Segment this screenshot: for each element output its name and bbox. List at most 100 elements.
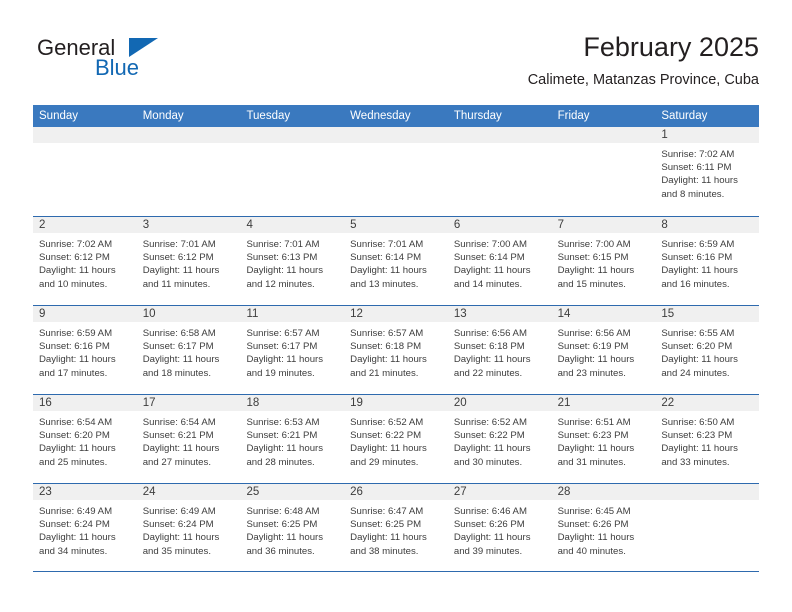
- day-sun-info: Sunrise: 6:53 AM Sunset: 6:21 PM Daylight:…: [240, 412, 344, 469]
- daylight-duration: Daylight: 11 hours and 19 minutes.: [246, 354, 324, 379]
- calendar-day-cell[interactable]: 14 Sunrise: 6:56 AM Sunset: 6:19 PM Dayligh…: [551, 306, 656, 394]
- day-number: 19: [350, 397, 363, 409]
- day-number-band: [33, 127, 137, 144]
- calendar-day-cell[interactable]: 6 Sunrise: 7:00 AM Sunset: 6:14 PM Daylight…: [447, 217, 552, 305]
- daylight-duration: Daylight: 11 hours and 31 minutes.: [557, 443, 635, 468]
- weekday-header-wednesday: Wednesday: [350, 110, 411, 122]
- calendar-day-cell[interactable]: 5 Sunrise: 7:01 AM Sunset: 6:14 PM Daylight…: [344, 217, 448, 305]
- daylight-duration: Daylight: 11 hours and 38 minutes.: [350, 532, 427, 557]
- calendar-day-cell[interactable]: 8 Sunrise: 6:59 AM Sunset: 6:16 PM Daylight…: [655, 217, 760, 305]
- day-number-band: 18: [240, 395, 345, 412]
- daylight-duration: Daylight: 11 hours and 22 minutes.: [453, 354, 531, 379]
- calendar-day-cell[interactable]: 25 Sunrise: 6:48 AM Sunset: 6:25 PM Dayligh…: [240, 484, 345, 571]
- day-sun-info: Sunrise: 7:02 AM Sunset: 6:11 PM Daylight:…: [655, 144, 759, 201]
- day-number-band: 10: [136, 306, 241, 323]
- day-number: 8: [661, 219, 668, 231]
- day-number: 25: [246, 486, 260, 498]
- calendar-day-cell[interactable]: 21 Sunrise: 6:51 AM Sunset: 6:23 PM Dayligh…: [551, 395, 656, 483]
- day-number-band: 24: [136, 484, 241, 501]
- sunrise-time: Sunrise: 6:51 AM: [557, 417, 631, 428]
- day-number-band: 23: [33, 484, 137, 501]
- day-sun-info: Sunrise: 7:01 AM Sunset: 6:14 PM Daylight:…: [344, 234, 448, 291]
- calendar-day-cell[interactable]: 3 Sunrise: 7:01 AM Sunset: 6:12 PM Daylight…: [136, 217, 241, 305]
- day-number: 3: [142, 219, 150, 231]
- calendar-day-cell[interactable]: 15 Sunrise: 6:55 AM Sunset: 6:20 PM Dayligh…: [655, 306, 760, 394]
- sunset-time: Sunset: 6:22 PM: [453, 430, 525, 442]
- day-number-band: [240, 127, 345, 144]
- calendar-page: General Blue February 2025 Calimete, Mat…: [0, 0, 792, 612]
- calendar-day-cell[interactable]: 18 Sunrise: 6:53 AM Sunset: 6:21 PM Dayligh…: [240, 395, 345, 483]
- day-sun-info: Sunrise: 6:56 AM Sunset: 6:19 PM Daylight:…: [552, 323, 656, 380]
- calendar-day-cell[interactable]: 12 Sunrise: 6:57 AM Sunset: 6:18 PM Dayligh…: [344, 306, 448, 394]
- day-sun-info: Sunrise: 6:52 AM Sunset: 6:22 PM Daylight:…: [448, 412, 552, 469]
- calendar-day-cell[interactable]: 27 Sunrise: 6:46 AM Sunset: 6:26 PM Dayligh…: [447, 484, 552, 571]
- daylight-duration: Daylight: 11 hours and 11 minutes.: [142, 265, 220, 290]
- calendar-day-cell[interactable]: 4 Sunrise: 7:01 AM Sunset: 6:13 PM Daylight…: [240, 217, 345, 305]
- sunrise-time: Sunrise: 6:52 AM: [453, 417, 527, 428]
- day-number: 22: [661, 397, 675, 409]
- calendar-day-cell[interactable]: 16 Sunrise: 6:54 AM Sunset: 6:20 PM Dayligh…: [33, 395, 137, 483]
- day-number: 11: [246, 308, 259, 320]
- calendar-day-cell[interactable]: 24 Sunrise: 6:49 AM Sunset: 6:24 PM Dayligh…: [136, 484, 241, 571]
- sunrise-time: Sunrise: 6:49 AM: [39, 506, 113, 517]
- logo-text-blue: Blue: [95, 55, 140, 80]
- calendar-day-cell[interactable]: 7 Sunrise: 7:00 AM Sunset: 6:15 PM Daylight…: [551, 217, 656, 305]
- calendar-week-row: 1 Sunrise: 7:02 AM Sunset: 6:11 PM Daylight…: [33, 127, 760, 216]
- day-sun-info: Sunrise: 6:52 AM Sunset: 6:22 PM Daylight:…: [344, 412, 448, 469]
- day-sun-info: Sunrise: 7:01 AM Sunset: 6:12 PM Daylight:…: [137, 234, 241, 291]
- day-number-band: 15: [655, 306, 760, 323]
- sunset-time: Sunset: 6:24 PM: [142, 519, 214, 531]
- day-sun-info: Sunrise: 7:00 AM Sunset: 6:15 PM Daylight:…: [552, 234, 656, 291]
- day-sun-info: Sunrise: 6:57 AM Sunset: 6:17 PM Daylight:…: [240, 323, 344, 380]
- daylight-duration: Daylight: 11 hours and 18 minutes.: [142, 354, 220, 379]
- daylight-duration: Daylight: 11 hours and 10 minutes.: [39, 265, 116, 290]
- calendar-day-empty: [344, 127, 448, 216]
- calendar-day-cell[interactable]: 1 Sunrise: 7:02 AM Sunset: 6:11 PM Daylight…: [655, 127, 760, 216]
- daylight-duration: Daylight: 11 hours and 35 minutes.: [142, 532, 220, 557]
- sunset-time: Sunset: 6:11 PM: [661, 162, 732, 174]
- day-number-band: [136, 127, 241, 144]
- day-sun-info: Sunrise: 6:45 AM Sunset: 6:26 PM Daylight:…: [552, 501, 656, 558]
- page-title: February 2025: [583, 32, 759, 62]
- calendar-day-cell[interactable]: 17 Sunrise: 6:54 AM Sunset: 6:21 PM Dayligh…: [136, 395, 241, 483]
- daylight-duration: Daylight: 11 hours and 28 minutes.: [246, 443, 324, 468]
- calendar-week-row: 9 Sunrise: 6:59 AM Sunset: 6:16 PM Daylight…: [33, 305, 760, 394]
- sunset-time: Sunset: 6:19 PM: [557, 341, 629, 353]
- general-blue-logo[interactable]: General Blue: [33, 35, 223, 91]
- day-number: 13: [453, 308, 467, 320]
- sunrise-time: Sunrise: 7:01 AM: [246, 239, 320, 250]
- calendar-weeks: 1 Sunrise: 7:02 AM Sunset: 6:11 PM Daylight…: [33, 127, 760, 572]
- day-number-band: 20: [447, 395, 552, 412]
- sunrise-time: Sunrise: 6:45 AM: [557, 506, 631, 517]
- sunrise-time: Sunrise: 6:57 AM: [350, 328, 424, 339]
- daylight-duration: Daylight: 11 hours and 33 minutes.: [661, 443, 738, 468]
- day-number-band: 1: [655, 127, 760, 144]
- calendar-day-cell[interactable]: 26 Sunrise: 6:47 AM Sunset: 6:25 PM Dayligh…: [344, 484, 448, 571]
- day-number-band: 11: [240, 306, 345, 323]
- calendar-day-cell[interactable]: 2 Sunrise: 7:02 AM Sunset: 6:12 PM Daylight…: [33, 217, 137, 305]
- day-number-band: [551, 127, 656, 144]
- day-number-band: 8: [655, 217, 760, 234]
- day-number-band: 19: [344, 395, 448, 412]
- calendar-day-cell[interactable]: 13 Sunrise: 6:56 AM Sunset: 6:18 PM Dayligh…: [447, 306, 552, 394]
- sunrise-time: Sunrise: 7:02 AM: [661, 149, 735, 160]
- calendar-day-cell[interactable]: 23 Sunrise: 6:49 AM Sunset: 6:24 PM Dayligh…: [33, 484, 137, 571]
- calendar-day-cell[interactable]: 28 Sunrise: 6:45 AM Sunset: 6:26 PM Dayligh…: [551, 484, 656, 571]
- day-number: 21: [557, 397, 571, 409]
- calendar-day-cell[interactable]: 10 Sunrise: 6:58 AM Sunset: 6:17 PM Dayligh…: [136, 306, 241, 394]
- day-number-band: 28: [551, 484, 656, 501]
- sunrise-time: Sunrise: 6:55 AM: [661, 328, 735, 339]
- calendar-day-cell[interactable]: 22 Sunrise: 6:50 AM Sunset: 6:23 PM Dayligh…: [655, 395, 760, 483]
- daylight-duration: Daylight: 11 hours and 23 minutes.: [557, 354, 635, 379]
- calendar-day-cell[interactable]: 19 Sunrise: 6:52 AM Sunset: 6:22 PM Dayligh…: [344, 395, 448, 483]
- sunset-time: Sunset: 6:21 PM: [142, 430, 214, 442]
- calendar-day-cell[interactable]: 11 Sunrise: 6:57 AM Sunset: 6:17 PM Dayligh…: [240, 306, 345, 394]
- calendar-day-cell[interactable]: 20 Sunrise: 6:52 AM Sunset: 6:22 PM Dayligh…: [447, 395, 552, 483]
- day-number: 12: [350, 308, 363, 320]
- sunset-time: Sunset: 6:16 PM: [39, 341, 110, 353]
- calendar-day-cell[interactable]: 9 Sunrise: 6:59 AM Sunset: 6:16 PM Daylight…: [33, 306, 137, 394]
- sunset-time: Sunset: 6:17 PM: [142, 341, 214, 353]
- sunrise-time: Sunrise: 6:56 AM: [557, 328, 631, 339]
- daylight-duration: Daylight: 11 hours and 27 minutes.: [142, 443, 220, 468]
- daylight-duration: Daylight: 11 hours and 12 minutes.: [246, 265, 324, 290]
